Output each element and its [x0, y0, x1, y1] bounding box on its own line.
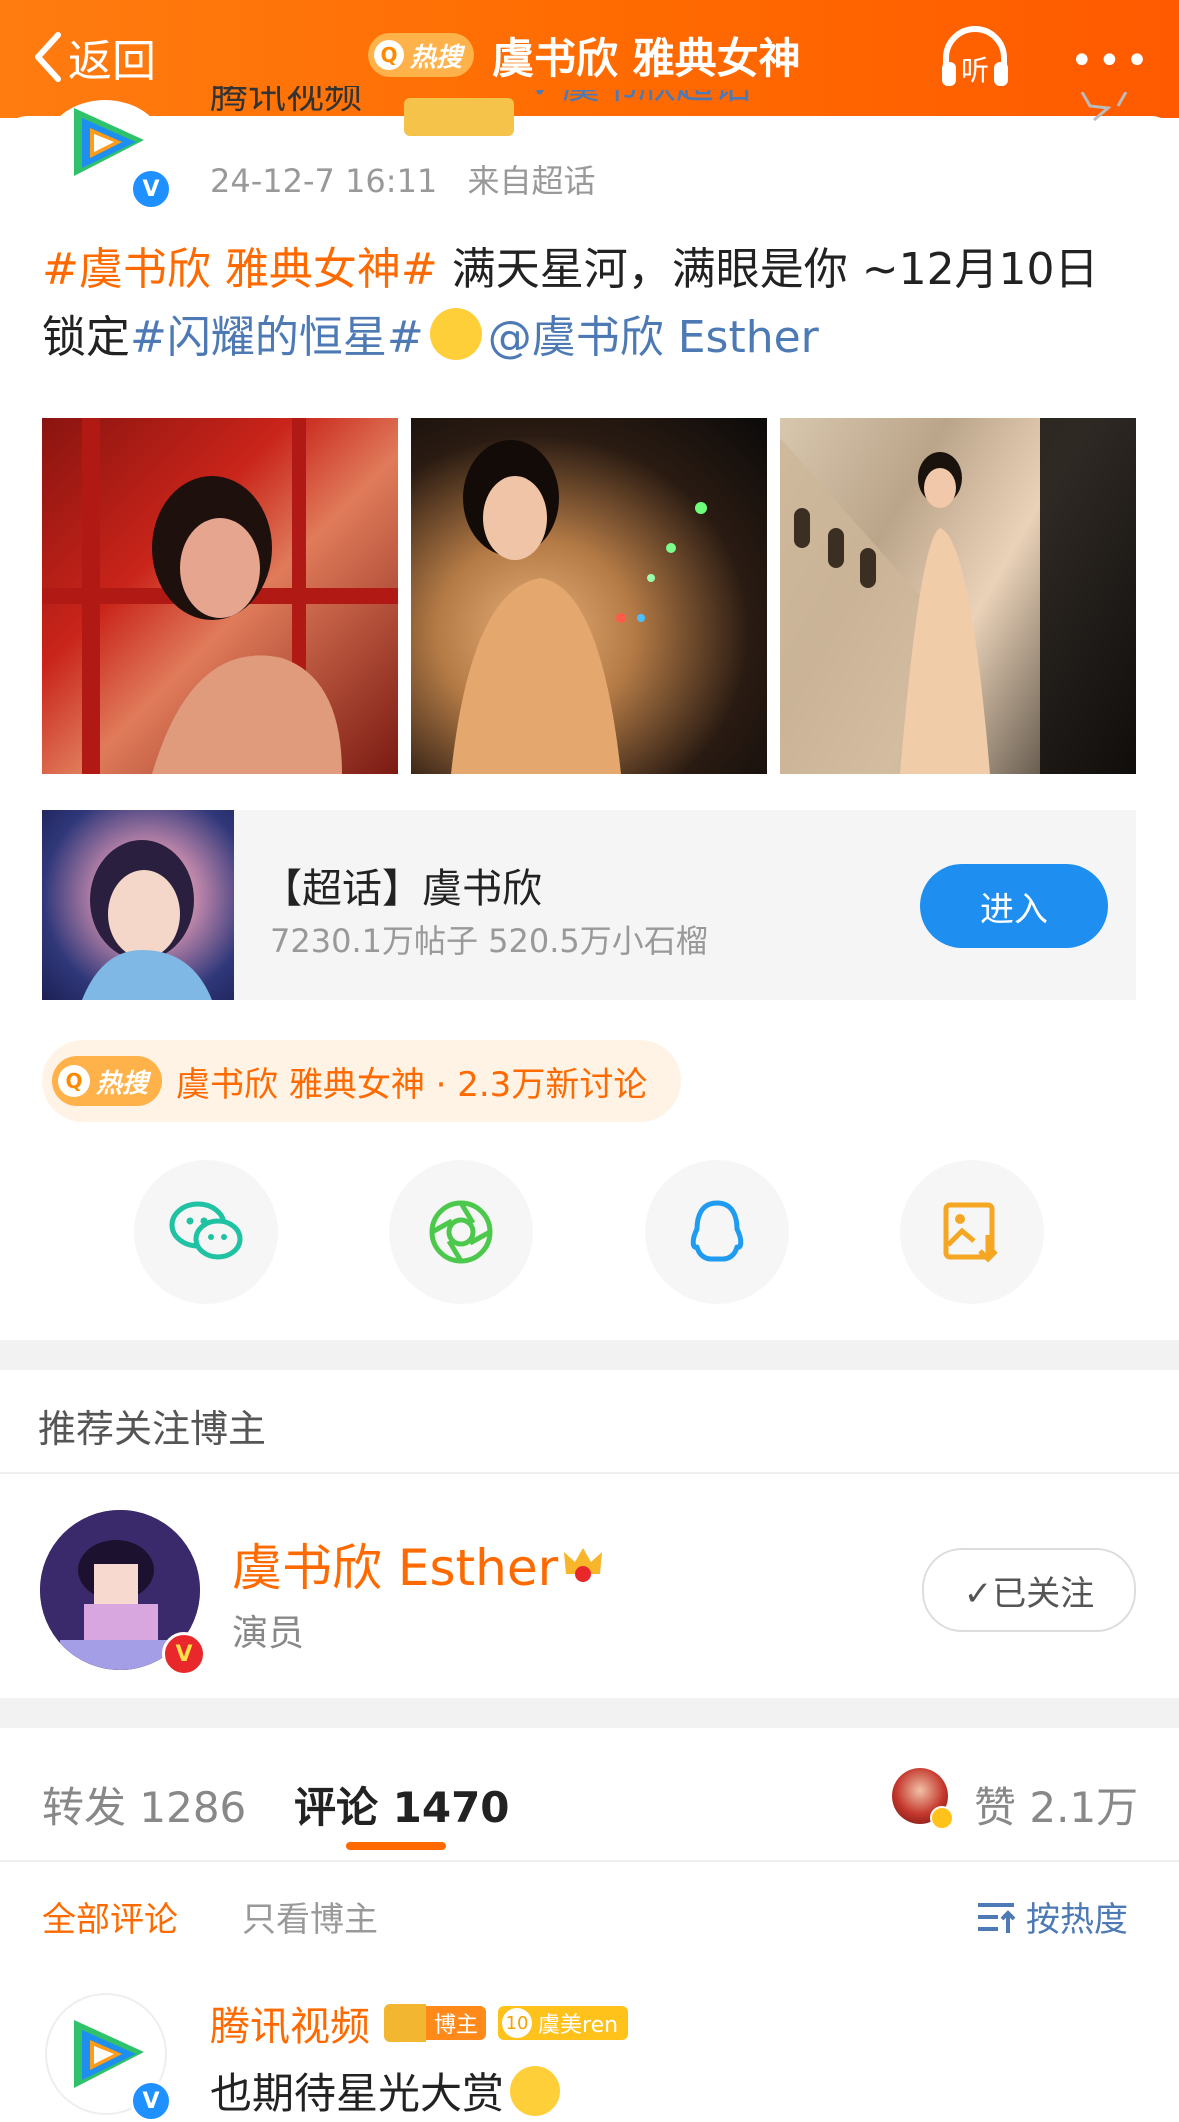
filter-all-comments[interactable]: 全部评论	[42, 1892, 178, 1941]
hashtag-link[interactable]: #虞书欣 雅典女神#	[42, 244, 438, 295]
mention-link[interactable]: @虞书欣 Esther	[488, 312, 819, 363]
liker-badge	[930, 1806, 954, 1830]
chevron-left-icon	[35, 32, 61, 82]
supertopic-stats: 7230.1万帖子 520.5万小石榴	[270, 922, 708, 960]
search-icon-2: Q	[58, 1065, 90, 1097]
share-wechat-button[interactable]	[134, 1160, 278, 1304]
search-icon: Q	[374, 40, 404, 70]
divider-2	[0, 1860, 1179, 1862]
verified-badge: V	[130, 168, 172, 210]
post-meta: 24-12-7 16:11 来自超话	[210, 156, 595, 202]
fan-label: 虞美ren	[538, 2013, 619, 2038]
section-divider-2	[0, 1698, 1179, 1728]
crown-icon	[564, 1548, 603, 1582]
page-title: 虞书欣 雅典女神	[492, 33, 801, 83]
comment-count: 1470	[392, 1783, 510, 1832]
tab-like[interactable]: 赞 2.1万	[974, 1774, 1138, 1835]
author-name[interactable]: 腾讯视频	[210, 86, 362, 142]
back-label: 返回	[68, 36, 156, 87]
headphones-icon: 听	[942, 26, 1008, 87]
sort-icon	[978, 1902, 1016, 1933]
recommend-name[interactable]: 虞书欣 Esther	[232, 1528, 604, 1600]
save-image-button[interactable]	[900, 1160, 1044, 1304]
repost-count: 1286	[139, 1783, 247, 1832]
topic-label: 虞书欣超话	[562, 90, 752, 109]
hot-badge-label-2: 热搜	[96, 1068, 149, 1099]
nav-title-group: Q 热搜 虞书欣 雅典女神	[368, 20, 801, 90]
hot-search-link[interactable]: Q 热搜 虞书欣 雅典女神 · 2.3万新讨论	[42, 1040, 682, 1122]
divider	[0, 1472, 1179, 1474]
share-qq-button[interactable]	[645, 1160, 789, 1304]
section-divider	[0, 1340, 1179, 1370]
post-image-1[interactable]	[42, 418, 398, 774]
crown-icon-2	[384, 2004, 426, 2042]
comment-author[interactable]: 腾讯视频 博主 10 虞美ren	[210, 1994, 629, 2052]
sort-by-hot-button[interactable]: 按热度	[976, 1892, 1128, 1941]
tab-repost[interactable]: 转发 1286	[42, 1774, 246, 1835]
hot-search-badge: Q 热搜	[368, 33, 475, 77]
emoji-icon-2	[510, 2065, 561, 2116]
supertopic-title: 【超话】虞书欣	[262, 866, 542, 912]
save-image-icon	[943, 1202, 998, 1263]
svg-text:听: 听	[961, 54, 989, 87]
post-image-2[interactable]	[411, 418, 767, 774]
repost-label: 转发	[42, 1783, 127, 1832]
tab-comment[interactable]: 评论 1470	[294, 1774, 510, 1835]
recommend-role: 演员	[232, 1613, 305, 1654]
verified-badge-2: V	[130, 2080, 172, 2122]
more-menu-button[interactable]: •••	[1070, 38, 1153, 84]
like-label: 赞	[974, 1783, 1017, 1832]
moments-icon	[429, 1200, 493, 1264]
sort-label: 按热度	[1026, 1900, 1128, 1940]
active-tab-indicator	[346, 1842, 446, 1850]
hot-search-badge-2: Q 热搜	[52, 1056, 163, 1106]
hashtag-link-2[interactable]: #闪耀的恒星#	[130, 312, 424, 363]
verified-badge-red: V	[162, 1632, 206, 1676]
qq-icon	[690, 1200, 744, 1262]
emoji-icon	[429, 308, 482, 360]
comment-text: 也期待星光大赏	[210, 2060, 566, 2121]
post-text: #虞书欣 雅典女神# 满天星河，满眼是你 ~12月10日锁定#闪耀的恒星# @虞书…	[42, 236, 1142, 372]
recommend-title: 推荐关注博主	[38, 1407, 267, 1451]
fan-level: 10	[502, 2008, 533, 2038]
host-badge-label: 博主	[426, 2006, 487, 2040]
comment-author-label: 腾讯视频	[210, 2004, 370, 2050]
hot-search-text: 虞书欣 雅典女神 · 2.3万新讨论	[176, 1064, 648, 1105]
post-source: 来自超话	[467, 162, 596, 200]
followed-button[interactable]: ✓已关注	[922, 1548, 1136, 1632]
listen-button[interactable]: 听	[938, 24, 1012, 90]
hot-badge-label: 热搜	[410, 42, 463, 73]
enter-supertopic-button[interactable]: 进入	[920, 864, 1108, 948]
topic-icon: ✓	[530, 90, 562, 107]
post-image-3[interactable]	[780, 418, 1136, 774]
wechat-icon	[169, 1201, 243, 1260]
post-time: 24-12-7 16:11	[210, 162, 438, 200]
filter-blogger-only[interactable]: 只看博主	[242, 1892, 378, 1941]
favorite-star-icon[interactable]	[1080, 92, 1128, 122]
back-button[interactable]: 返回	[32, 22, 156, 92]
comment-text-label: 也期待星光大赏	[210, 2069, 505, 2118]
host-badge: 博主	[384, 2004, 487, 2042]
supertopic-thumbnail	[42, 810, 234, 1000]
like-count: 2.1万	[1029, 1783, 1139, 1832]
share-moments-button[interactable]	[389, 1160, 533, 1304]
comment-label: 评论	[294, 1783, 379, 1832]
recommend-name-label: 虞书欣 Esther	[232, 1539, 559, 1597]
fan-badge: 10 虞美ren	[498, 2006, 629, 2040]
supertopic-link[interactable]: ✓ 虞书欣超话	[530, 90, 752, 136]
member-badge	[404, 98, 514, 136]
